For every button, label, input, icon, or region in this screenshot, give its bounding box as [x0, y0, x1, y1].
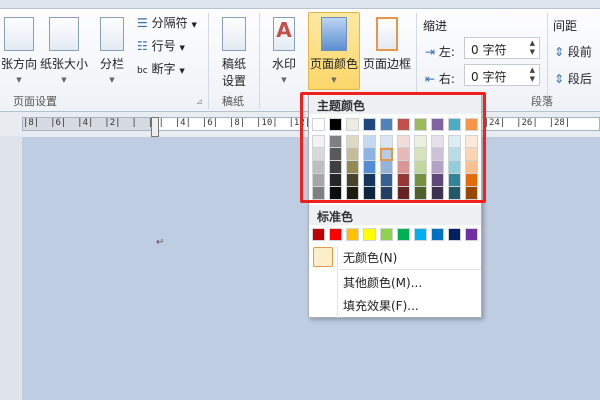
spacing-after-icon: ⇕ — [554, 72, 565, 86]
manuscript-setup-button[interactable]: 稿纸 设置 — [212, 13, 256, 89]
standard-color-swatch[interactable] — [397, 228, 410, 241]
standard-color-swatch[interactable] — [431, 228, 444, 241]
columns-icon — [100, 17, 124, 51]
columns-label: 分栏 — [99, 57, 124, 71]
spacing-heading: 间距 — [553, 19, 578, 33]
no-color-label: 无颜色(N) — [343, 251, 398, 265]
spacing-before-label: ⇕ 段前 — [554, 45, 592, 59]
paragraph-group-label: 段落 — [531, 95, 553, 108]
standard-colors-heading: 标准色 — [309, 205, 481, 225]
manuscript-group-label: 稿纸 — [222, 95, 244, 108]
spacing-before-icon: ⇕ — [554, 45, 565, 59]
line-numbers-icon: ☷ — [137, 39, 148, 53]
dialog-launcher-icon[interactable]: ⊿ — [196, 97, 203, 106]
page-color-button[interactable]: 页面颜色 ▼ — [308, 12, 360, 90]
page-borders-icon — [376, 17, 398, 51]
indent-left-icon: ⇥ — [425, 45, 436, 59]
page-borders-button[interactable]: 页面边框 — [362, 13, 412, 72]
page-color-label: 页面颜色 — [309, 57, 358, 71]
standard-color-swatch[interactable] — [346, 228, 359, 241]
standard-color-swatch[interactable] — [363, 228, 376, 241]
indent-right-label: ⇤ 右: — [425, 72, 455, 86]
manuscript-label-1: 稿纸 — [221, 57, 246, 71]
orientation-label: 张方向 — [0, 57, 37, 71]
manuscript-label-2: 设置 — [221, 74, 246, 88]
fill-effects-label: 填充效果(F)... — [343, 299, 419, 313]
no-color-icon — [313, 247, 333, 267]
vertical-ruler — [0, 136, 22, 400]
orientation-icon — [4, 17, 34, 51]
standard-color-swatch[interactable] — [414, 228, 427, 241]
hyphenation-label: 断字 — [151, 62, 176, 76]
breaks-label: 分隔符 — [151, 16, 188, 30]
page-size-button[interactable]: 纸张大小 ▼ — [38, 13, 90, 84]
watermark-label: 水印 — [271, 57, 296, 71]
columns-button[interactable]: 分栏 ▼ — [94, 13, 130, 84]
standard-color-swatch[interactable] — [380, 228, 393, 241]
highlight-box — [300, 92, 486, 203]
watermark-icon: A — [273, 17, 295, 51]
page-size-icon — [49, 17, 79, 51]
breaks-icon: ☰ — [137, 16, 148, 30]
fill-effects-item[interactable]: 填充效果(F)... — [309, 294, 481, 316]
indent-right-input[interactable]: 0 字符 ▲ ▼ — [464, 64, 540, 86]
spinner-icon[interactable]: ▲ ▼ — [530, 66, 535, 84]
breaks-button[interactable]: ☰ 分隔符 ▼ — [137, 14, 197, 31]
more-colors-label: 其他颜色(M)... — [343, 276, 423, 290]
spacing-after-label: ⇕ 段后 — [554, 72, 592, 86]
ribbon-tab-strip — [0, 0, 600, 9]
hyphenation-icon: bc — [137, 66, 148, 76]
standard-color-swatch[interactable] — [465, 228, 478, 241]
no-color-item[interactable]: 无颜色(N) — [309, 245, 481, 269]
more-colors-item[interactable]: 其他颜色(M)... — [309, 271, 481, 293]
watermark-button[interactable]: A 水印 ▼ — [264, 13, 304, 84]
standard-color-swatch[interactable] — [329, 228, 342, 241]
indent-left-label: ⇥ 左: — [425, 45, 455, 59]
standard-color-swatch[interactable] — [448, 228, 461, 241]
line-numbers-button[interactable]: ☷ 行号 ▼ — [137, 37, 185, 54]
indent-heading: 缩进 — [423, 19, 448, 33]
chevron-down-icon: ▼ — [109, 76, 115, 84]
chevron-down-icon: ▼ — [61, 76, 67, 84]
page-size-label: 纸张大小 — [39, 57, 88, 71]
manuscript-icon — [222, 17, 246, 51]
paragraph-mark: ↵ — [156, 237, 165, 248]
indent-marker[interactable] — [151, 117, 159, 137]
indent-left-input[interactable]: 0 字符 ▲ ▼ — [464, 37, 540, 59]
chevron-down-icon: ▼ — [331, 76, 337, 84]
spinner-icon[interactable]: ▲ ▼ — [530, 39, 535, 57]
page-borders-label: 页面边框 — [362, 57, 411, 71]
paint-bucket-icon — [321, 17, 347, 51]
standard-color-swatch[interactable] — [312, 228, 325, 241]
page-setup-group-label: 页面设置 — [13, 95, 57, 108]
hyphenation-button[interactable]: bc 断字 ▼ — [137, 60, 185, 77]
ruler-labels: |8| |6| |4| |2| | |2| |4| |6| |8| |10| |… — [23, 118, 571, 128]
indent-right-icon: ⇤ — [425, 72, 436, 86]
line-numbers-label: 行号 — [151, 39, 176, 53]
chevron-down-icon: ▼ — [281, 76, 287, 84]
